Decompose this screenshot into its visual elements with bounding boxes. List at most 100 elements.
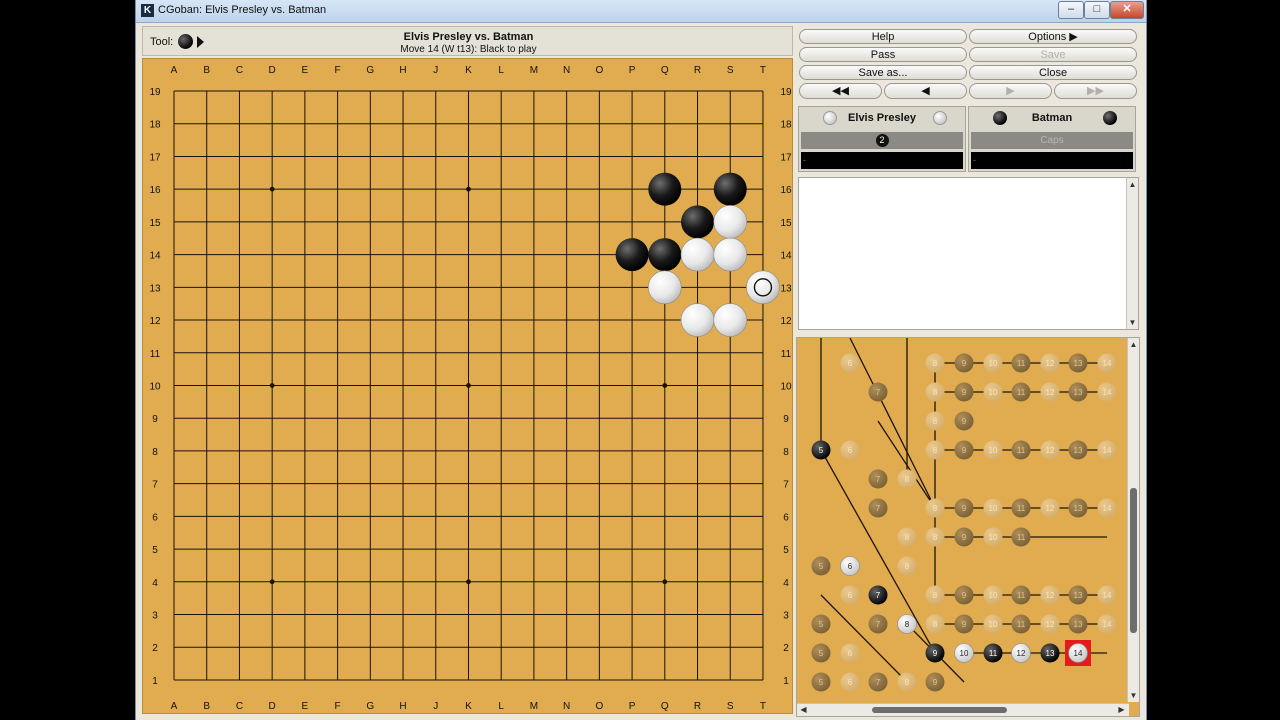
tree-node-label: 11	[1017, 504, 1026, 513]
white-stone-R14	[680, 237, 715, 272]
tree-node-label: 13	[1074, 620, 1083, 629]
help-button[interactable]: Help	[799, 29, 967, 44]
row-label: 12	[149, 316, 161, 327]
title-bar[interactable]: K CGoban: Elvis Presley vs. Batman – □ ✕	[136, 0, 1146, 23]
main-line-label: 10	[960, 649, 969, 658]
save-button[interactable]: Save	[969, 47, 1137, 62]
tree-node-label: 8	[905, 562, 910, 571]
tree-node-label: 7	[876, 504, 881, 513]
close-window-button[interactable]: ✕	[1110, 1, 1144, 19]
row-label: 1	[783, 676, 789, 687]
game-tree[interactable]: 8 9 10 11 12 13 14 8 9 10 11 12 13 14 8 9 8 9 10 11 12 13 14 8 9…	[796, 337, 1140, 717]
maximize-button[interactable]: □	[1084, 1, 1110, 19]
save-as-button[interactable]: Save as...	[799, 65, 967, 80]
scroll-down-icon[interactable]: ▼	[1129, 691, 1138, 700]
column-label: K	[465, 701, 472, 712]
row-label: 11	[781, 349, 792, 360]
tree-vertical-scrollbar[interactable]: ▲ ▼	[1127, 338, 1139, 702]
tree-node-label: 12	[1046, 504, 1055, 513]
column-label: S	[727, 65, 734, 76]
tree-node-label: 11	[1017, 388, 1026, 397]
scroll-up-icon[interactable]: ▲	[1129, 340, 1138, 349]
row-label: 5	[152, 545, 158, 556]
tree-node-label: 8	[933, 359, 938, 368]
tree-node-label: 12	[1046, 446, 1055, 455]
white-stone-T13	[746, 270, 780, 305]
black-stone-R15	[681, 205, 715, 239]
scroll-right-icon[interactable]: ▶	[1117, 705, 1126, 714]
scroll-down-icon[interactable]: ▼	[1128, 318, 1137, 327]
row-label: 4	[783, 578, 789, 589]
tree-node-label: 6	[848, 591, 853, 600]
tree-node-label: 10	[989, 591, 998, 600]
star-point	[662, 383, 668, 388]
tree-node-label: 5	[819, 446, 824, 455]
tree-node-label: 6	[848, 446, 853, 455]
step-back-button[interactable]: ◀	[884, 83, 967, 99]
tree-node-label: 10	[989, 533, 998, 542]
column-label: P	[629, 701, 636, 712]
window-title: CGoban: Elvis Presley vs. Batman	[158, 4, 327, 16]
options-button[interactable]: Options ▶	[969, 29, 1137, 44]
tree-branch	[849, 338, 936, 509]
tool-bar: Tool: Elvis Presley vs. Batman Move 14 (…	[142, 26, 793, 56]
board-canvas[interactable]: AABBCCDDEEFFGGHHJJKKLLMMNNOOPPQQRRSSTT19…	[143, 59, 792, 713]
column-label: C	[236, 65, 243, 76]
step-forward-button[interactable]: ▶	[969, 83, 1052, 99]
tree-node-label: 11	[1017, 533, 1026, 542]
row-label: 18	[149, 120, 161, 131]
tree-node-label: 14	[1103, 504, 1112, 513]
column-label: C	[236, 701, 243, 712]
column-label: L	[498, 65, 504, 76]
tree-node-label: 14	[1103, 388, 1112, 397]
row-label: 6	[783, 512, 789, 523]
tree-node-label: 9	[962, 591, 967, 600]
main-line-label: 9	[933, 649, 938, 658]
row-label: 2	[152, 643, 158, 654]
tree-node-label: 11	[1017, 446, 1026, 455]
minimize-button[interactable]: –	[1058, 1, 1084, 19]
chat-area[interactable]: ▲ ▼	[798, 177, 1139, 330]
black-stone-P14	[615, 238, 649, 272]
tree-node-label: 9	[962, 504, 967, 513]
forward-to-end-button[interactable]: ▶▶	[1054, 83, 1137, 99]
tree-node-label: 12	[1046, 388, 1055, 397]
scroll-left-icon[interactable]: ◀	[799, 705, 808, 714]
star-point	[269, 186, 275, 192]
game-tree-canvas[interactable]: 8 9 10 11 12 13 14 8 9 10 11 12 13 14 8 9 8 9 10 11 12 13 14 8 9…	[797, 338, 1129, 703]
scroll-up-icon[interactable]: ▲	[1128, 180, 1137, 189]
row-label: 13	[780, 283, 792, 294]
tree-horizontal-scroll-thumb[interactable]	[872, 707, 1007, 713]
rewind-to-start-button[interactable]: ◀◀	[799, 83, 882, 99]
column-label: E	[302, 701, 309, 712]
row-label: 1	[152, 676, 158, 687]
tree-node-label: 7	[876, 678, 881, 687]
go-board[interactable]: A A B B C C D D E E F F G G H H J J K K L L M M N N O O P P Q Q R R S S T T 19…	[142, 58, 793, 714]
tree-vertical-scroll-thumb[interactable]	[1130, 488, 1137, 633]
white-clock: -	[801, 152, 963, 169]
tree-horizontal-scrollbar[interactable]: ◀ ▶	[797, 703, 1129, 716]
column-label: Q	[661, 701, 669, 712]
column-label: B	[203, 701, 210, 712]
row-label: 7	[152, 480, 158, 491]
tree-node-label: 8	[933, 533, 938, 542]
tree-node-label: 11	[1017, 620, 1026, 629]
row-label: 15	[149, 218, 161, 229]
row-label: 14	[780, 251, 792, 262]
move-status: Move 14 (W t13): Black to play	[400, 44, 537, 55]
tree-node-label: 10	[989, 359, 998, 368]
black-stone-S16	[713, 172, 747, 206]
close-game-button[interactable]: Close	[969, 65, 1137, 80]
pass-button[interactable]: Pass	[799, 47, 967, 62]
tree-node-label: 8	[905, 475, 910, 484]
board-pane: Tool: Elvis Presley vs. Batman Move 14 (…	[142, 26, 793, 716]
row-label: 15	[780, 218, 792, 229]
column-label: Q	[661, 65, 669, 76]
chat-scrollbar[interactable]: ▲ ▼	[1126, 178, 1138, 329]
tree-node-label: 13	[1074, 591, 1083, 600]
tree-node-label: 9	[962, 533, 967, 542]
captures-count: 2	[875, 133, 889, 147]
tree-node-label: 6	[848, 678, 853, 687]
tree-node-label: 10	[989, 446, 998, 455]
star-point	[662, 579, 668, 585]
